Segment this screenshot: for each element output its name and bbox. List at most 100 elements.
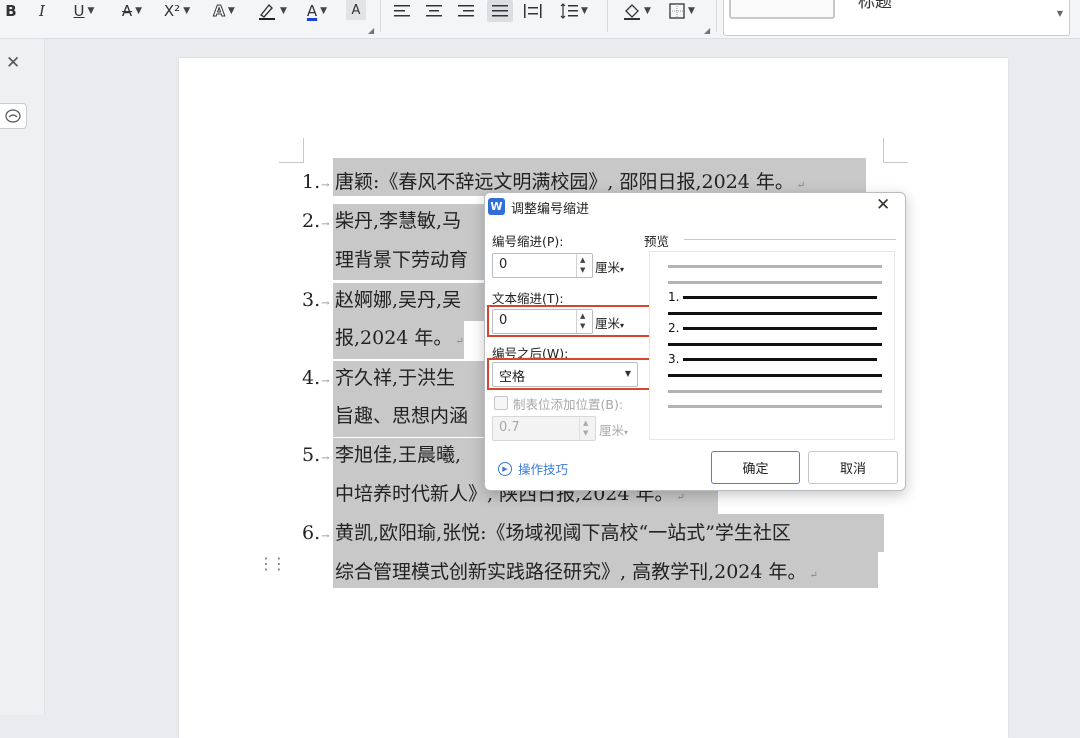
spin-down-icon[interactable]: ▼ [580,266,585,274]
list-number: 2.→ [302,210,330,232]
tab-stop-label: 制表位添加位置(B): [513,397,624,412]
italic-button[interactable]: I [32,0,52,22]
align-right-icon [458,5,474,17]
underline-button[interactable]: U ▼ [66,0,102,22]
style-gallery[interactable]: 标题 ▼ [723,0,1070,36]
tab-stop-stepper[interactable]: 0.7 ▲ ▼ [492,416,596,441]
preview-line [668,281,882,284]
spin-down-icon[interactable]: ▼ [583,429,588,437]
left-side-panel: ✕ [0,39,45,715]
list-text-line: 旨趣、思想内涵 [335,405,469,427]
preview-line [668,265,882,268]
spin-up-icon[interactable]: ▲ [580,256,585,264]
highlight-button[interactable]: ▼ [252,0,292,22]
preview-line [683,327,877,330]
ok-button[interactable]: 确定 [711,451,800,484]
margin-corner-mark [279,138,304,163]
bold-button[interactable]: B [2,0,20,22]
font-dialog-launcher-icon[interactable]: ◢ [368,26,374,35]
toolbar-divider [607,0,608,32]
tab-arrow-icon: → [321,531,330,542]
annotation-highlight-box [487,358,665,390]
strikethrough-label: A [121,2,133,20]
shading-button[interactable]: ▼ [620,0,654,22]
paragraph-mark-icon: ↵ [796,180,806,191]
paint-bucket-icon [624,4,641,20]
tab-arrow-icon: → [321,219,330,230]
toolbar-divider [716,0,717,32]
char-shading-button[interactable]: A [346,0,366,20]
group-divider [684,239,896,240]
preview-line [668,312,882,315]
paragraph-mark-icon: ↵ [809,570,818,581]
bold-label: B [5,2,17,20]
style-thumbnail-normal[interactable] [729,0,835,19]
tab-arrow-icon: → [321,180,330,191]
navigation-pane-button[interactable] [0,103,27,129]
list-text-line: 报,2024 年。 ↵ [335,327,464,349]
tab-arrow-icon: → [321,298,330,309]
close-icon[interactable]: ✕ [876,195,890,215]
text-effect-label: A [213,2,226,21]
dialog-title: 调整编号缩进 [511,202,590,217]
style-thumbnail-heading[interactable]: 标题 [858,0,892,12]
chevron-down-icon: ▼ [280,6,287,16]
justify-icon [492,5,508,17]
list-text-line: 综合管理模式创新实践路径研究》, 高教学刊,2024 年。 ↵ [335,561,818,583]
close-icon[interactable]: ✕ [6,53,20,73]
gallery-more-icon[interactable]: ▼ [1057,9,1063,18]
preview-number: 1. [668,290,680,304]
adjust-list-indent-dialog: W 调整编号缩进 ✕ 编号缩进(P): 0 ▲ ▼ 厘米▾ 文本缩进(T): 0 … [484,192,906,491]
spin-up-icon[interactable]: ▲ [583,419,588,427]
font-color-button[interactable]: A ▼ [298,0,336,22]
preview-line [668,343,882,346]
paragraph-mark-icon: ↵ [455,336,464,347]
chevron-down-icon: ▼ [183,6,191,16]
align-center-button[interactable] [424,0,444,22]
preview-number: 2. [668,321,680,335]
text-effect-button[interactable]: A ▼ [206,0,242,22]
chevron-down-icon: ▼ [320,6,328,16]
superscript-button[interactable]: X² ▼ [160,0,194,22]
tab-arrow-icon: → [321,453,330,464]
unit-dropdown[interactable]: 厘米▾ [599,420,628,439]
list-text-line: 理背景下劳动育 [335,249,469,271]
preview-line [668,390,882,393]
unit-dropdown[interactable]: 厘米▾ [595,257,624,276]
preview-number: 3. [668,352,680,366]
navigation-icon [5,109,21,123]
annotation-highlight-box [487,305,661,337]
italic-label: I [39,2,45,20]
chevron-down-icon: ▼ [135,6,143,16]
paragraph-dialog-launcher-icon[interactable]: ◢ [704,26,710,35]
list-number: 3.→ [302,289,330,311]
char-shading-label: A [351,2,361,18]
cancel-button[interactable]: 取消 [808,451,898,484]
align-right-button[interactable] [456,0,476,22]
preview-line [668,374,882,377]
drag-handle-icon[interactable]: ⋮⋮ [258,556,287,572]
number-indent-stepper[interactable]: 0 ▲ ▼ [492,253,593,278]
align-left-button[interactable] [392,0,412,22]
chevron-down-icon: ▼ [227,6,235,16]
tab-stop-checkbox[interactable] [494,396,508,410]
distribute-button[interactable] [522,0,544,22]
wps-writer-icon: W [488,198,505,215]
ribbon-toolbar: B I U ▼ A ▼ X² ▼ A ▼ ▼ A ▼ A ◢ ▼ ▼ ▼ ◢ 标… [0,0,1080,39]
preview-line [683,358,877,361]
chevron-down-icon: ▼ [87,6,95,16]
list-text-line: 齐久祥,于洪生 [335,367,456,389]
superscript-label: X² [163,2,181,20]
tips-link[interactable]: ▶ 操作技巧 [498,459,568,478]
line-spacing-button[interactable]: ▼ [556,0,592,22]
justify-button[interactable] [487,0,513,22]
list-number: 1.→ [302,171,330,193]
preview-line [668,405,882,408]
preview-pane: 1. 2. 3. [649,251,895,440]
strikethrough-button[interactable]: A ▼ [114,0,150,22]
list-number: 5.→ [302,444,330,466]
borders-button[interactable]: ▼ [664,0,700,22]
line-spacing-icon [560,3,579,19]
toolbar-divider [380,0,381,32]
list-number: 6.→ [302,522,330,544]
